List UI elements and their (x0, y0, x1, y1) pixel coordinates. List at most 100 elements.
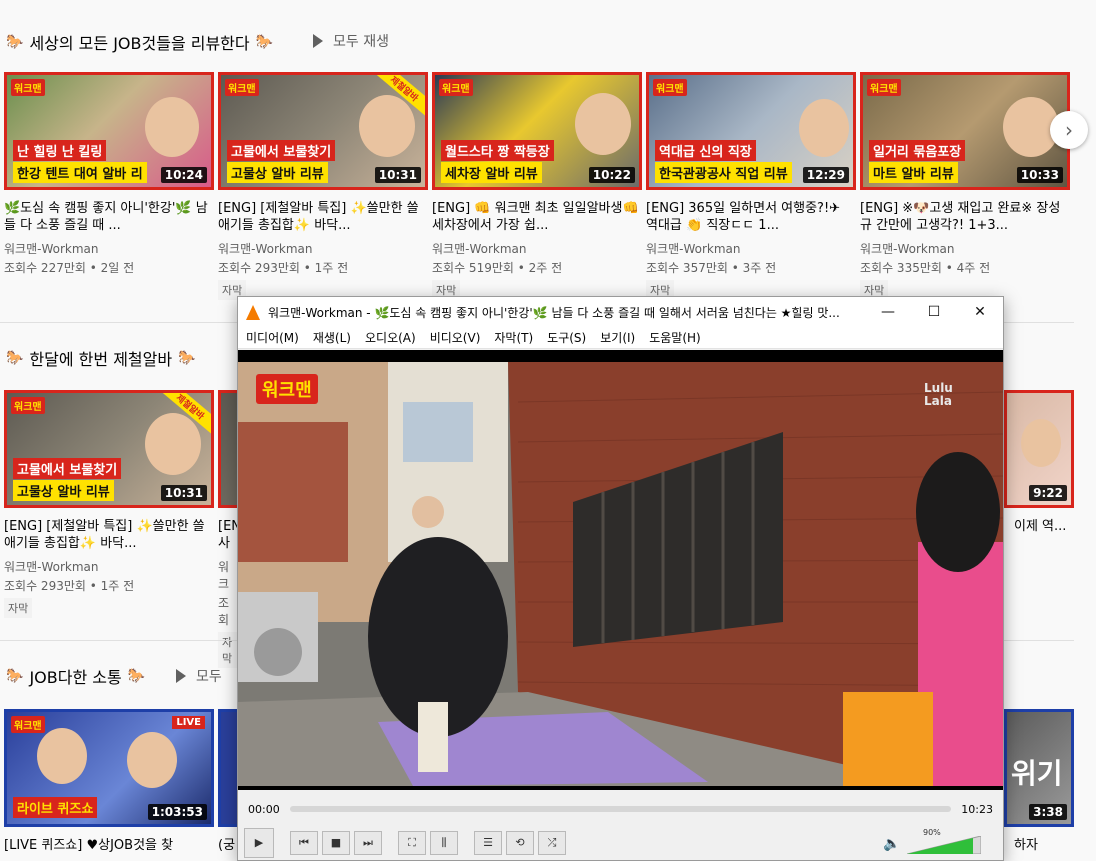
video-meta: 조회수 519만회 • 2주 전 (432, 261, 563, 275)
vlc-window-title: 워크맨-Workman - 🌿도심 속 캠핑 좋지 아니'한강'🌿 남들 다 소… (268, 305, 840, 320)
channel-name[interactable]: 워크맨-Workman (432, 240, 642, 257)
horse-icon: 🐎 (6, 668, 24, 684)
channel-name[interactable]: 워크 (218, 558, 238, 592)
vlc-window[interactable]: 워크맨-Workman - 🌿도심 속 캠핑 좋지 아니'한강'🌿 남들 다 소… (237, 296, 1004, 861)
video-title[interactable]: [ENG] [제철알바 특집] ✨쓸만한 쓸애기들 총집합✨ 바닥... (4, 518, 214, 552)
fullscreen-button[interactable]: ⛶ (398, 830, 426, 855)
video-thumbnail[interactable]: 위기 3:38 (1004, 709, 1074, 827)
video-card[interactable]: 워크맨 월드스타 짱 짝등장 세차장 알바 리뷰 10:22 [ENG] 👊 워… (432, 72, 642, 300)
extended-settings-button[interactable]: ⫼ (430, 830, 458, 855)
video-card[interactable]: 워크맨 LIVE 라이브 퀴즈쇼 1:03:53 [LIVE 퀴즈쇼] ♥상JO… (4, 709, 214, 861)
video-title[interactable]: 하자 (1004, 837, 1074, 861)
seek-slider[interactable] (289, 806, 952, 812)
shelf-title-text: 세상의 모든 JOB것들을 리뷰한다 (29, 34, 250, 53)
minimize-button[interactable]: — (865, 297, 911, 327)
vlc-menu-bar: 미디어(M) 재생(L) 오디오(A) 비디오(V) 자막(T) 도구(S) 보… (238, 327, 1003, 349)
shuffle-button[interactable]: ⤮ (538, 830, 566, 855)
video-thumbnail[interactable]: 워크맨 제철알바 고물에서 보물찾기 고물상 알바 리뷰 10:31 (218, 72, 428, 190)
play-all-label: 모두 (196, 669, 222, 685)
video-meta: 조회 (218, 596, 230, 627)
menu-video[interactable]: 비디오(V) (430, 329, 481, 346)
playlist-icon: ☰ (483, 836, 493, 849)
maximize-button[interactable]: ☐ (911, 297, 957, 327)
horse-icon: 🐎 (178, 350, 196, 366)
video-card[interactable]: 워크맨 제철알바 고물에서 보물찾기 고물상 알바 리뷰 10:31 [ENG]… (4, 390, 214, 618)
video-display[interactable]: 워크맨 Lulu Lala (238, 350, 1003, 790)
video-card[interactable]: 워크맨 난 힐링 난 킬링 한강 텐트 대여 알바 리 10:24 🌿도심 속 … (4, 72, 214, 276)
video-title[interactable]: [ENG] ※🐶고생 재입고 완료※ 장성규 간만에 고생각?! 1+3... (860, 200, 1070, 234)
carousel-next-button[interactable]: › (1050, 111, 1088, 149)
video-title[interactable]: [LIVE 퀴즈쇼] ♥상JOB것을 찾 (4, 837, 214, 861)
video-card[interactable]: 워크맨 제철알바 고물에서 보물찾기 고물상 알바 리뷰 10:31 [ENG]… (218, 72, 428, 300)
loop-button[interactable]: ⟲ (506, 830, 534, 855)
menu-tools[interactable]: 도구(S) (547, 329, 586, 346)
play-button[interactable]: ▶ (244, 827, 274, 858)
shuffle-icon: ⤮ (547, 835, 557, 849)
playlist-button[interactable]: ☰ (474, 830, 502, 855)
close-button[interactable]: ✕ (957, 297, 1003, 327)
equalizer-icon: ⫼ (441, 835, 447, 849)
channel-name[interactable]: 워크맨-Workman (860, 240, 1070, 257)
speaker-icon: 🔈 (883, 836, 901, 852)
menu-playback[interactable]: 재생(L) (313, 329, 351, 346)
play-icon: ▶ (254, 836, 264, 849)
channel-name[interactable]: 워크맨-Workman (4, 558, 214, 575)
video-thumbnail[interactable]: 워크맨 난 힐링 난 킬링 한강 텐트 대여 알바 리 10:24 (4, 72, 214, 190)
thumbnail-caption: 고물상 알바 리뷰 (227, 162, 328, 183)
thumbnail-caption: 고물상 알바 리뷰 (13, 480, 114, 501)
video-meta: 조회수 335만회 • 4주 전 (860, 261, 991, 275)
video-thumbnail[interactable] (218, 709, 238, 827)
channel-name[interactable]: 워크맨-Workman (4, 240, 214, 257)
video-card[interactable]: [EN 사우 워크 조회 자막 (218, 390, 238, 668)
play-all-button[interactable]: 모두 재생 (313, 31, 389, 51)
volume-control[interactable]: 🔈 90% (883, 828, 983, 856)
shelf-title[interactable]: 🐎 JOB다한 소통 🐎 (6, 664, 145, 688)
next-button[interactable]: ⏭ (354, 830, 382, 855)
menu-audio[interactable]: 오디오(A) (365, 329, 416, 346)
thumbnail-caption: 일거리 묶음포장 (869, 140, 966, 161)
horse-icon: 🐎 (255, 34, 274, 50)
video-card[interactable]: 위기 3:38 하자 (1004, 709, 1074, 861)
stop-button[interactable]: ■ (322, 830, 350, 855)
previous-button[interactable]: ⏮ (290, 830, 318, 855)
play-all-label: 모두 재생 (333, 34, 389, 50)
menu-subtitle[interactable]: 자막(T) (494, 329, 533, 346)
shelf-title[interactable]: 🐎 한달에 한번 제철알바 🐎 (6, 346, 196, 370)
duration-badge: 10:22 (588, 167, 635, 183)
shelf-title-text: JOB다한 소통 (29, 668, 122, 687)
video-thumbnail[interactable]: 9:22 (1004, 390, 1074, 508)
channel-logo: 워크맨 (867, 79, 901, 96)
video-card[interactable]: 워크맨 일거리 묶음포장 마트 알바 리뷰 10:33 [ENG] ※🐶고생 재… (860, 72, 1070, 300)
vlc-title-bar[interactable]: 워크맨-Workman - 🌿도심 속 캠핑 좋지 아니'한강'🌿 남들 다 소… (238, 297, 1003, 327)
video-title[interactable]: [ENG] [제철알바 특집] ✨쓸만한 쓸애기들 총집합✨ 바닥... (218, 200, 428, 234)
video-thumbnail[interactable]: 워크맨 월드스타 짱 짝등장 세차장 알바 리뷰 10:22 (432, 72, 642, 190)
volume-slider[interactable] (907, 836, 981, 854)
video-title[interactable]: [ENG] 👊 워크맨 최초 일일알바생👊 세차장에서 가장 쉽... (432, 200, 642, 234)
video-thumbnail[interactable] (218, 390, 238, 508)
video-title[interactable]: (궁 (218, 837, 238, 861)
video-card[interactable]: 워크맨 역대급 신의 직장 한국관광공사 직업 리뷰 12:29 [ENG] 3… (646, 72, 856, 300)
video-title[interactable]: [ENG] 365일 일하면서 여행중?!✈ 역대급 👏 직장ㄷㄷ 1... (646, 200, 856, 234)
thumbnail-caption: 역대급 신의 직장 (655, 140, 756, 161)
video-thumbnail[interactable]: 워크맨 제철알바 고물에서 보물찾기 고물상 알바 리뷰 10:31 (4, 390, 214, 508)
video-title[interactable]: 이제 역... (1004, 518, 1074, 552)
video-title[interactable]: [EN 사우 (218, 518, 238, 552)
video-title[interactable]: 🌿도심 속 캠핑 좋지 아니'한강'🌿 남들 다 소풍 즐길 때 ... (4, 200, 214, 234)
channel-name[interactable]: 워크맨-Workman (646, 240, 856, 257)
loop-icon: ⟲ (515, 836, 525, 849)
channel-name[interactable]: 워크맨-Workman (218, 240, 428, 257)
menu-help[interactable]: 도움말(H) (649, 329, 701, 346)
horse-icon: 🐎 (127, 668, 146, 684)
menu-media[interactable]: 미디어(M) (246, 329, 299, 346)
video-card[interactable]: (궁 (218, 709, 238, 861)
play-all-button[interactable]: 모두 (176, 666, 222, 686)
subtitle-badge: 자막 (4, 598, 33, 618)
video-thumbnail[interactable]: 워크맨 역대급 신의 직장 한국관광공사 직업 리뷰 12:29 (646, 72, 856, 190)
video-card[interactable]: 9:22 이제 역... (1004, 390, 1074, 552)
channel-logo: 워크맨 (11, 716, 45, 733)
video-thumbnail[interactable]: 워크맨 LIVE 라이브 퀴즈쇼 1:03:53 (4, 709, 214, 827)
skip-back-icon: ⏮ (299, 835, 309, 849)
menu-view[interactable]: 보기(I) (600, 329, 635, 346)
shelf-title[interactable]: 🐎 세상의 모든 JOB것들을 리뷰한다 🐎 (6, 30, 273, 54)
video-thumbnail[interactable]: 워크맨 일거리 묶음포장 마트 알바 리뷰 10:33 (860, 72, 1070, 190)
